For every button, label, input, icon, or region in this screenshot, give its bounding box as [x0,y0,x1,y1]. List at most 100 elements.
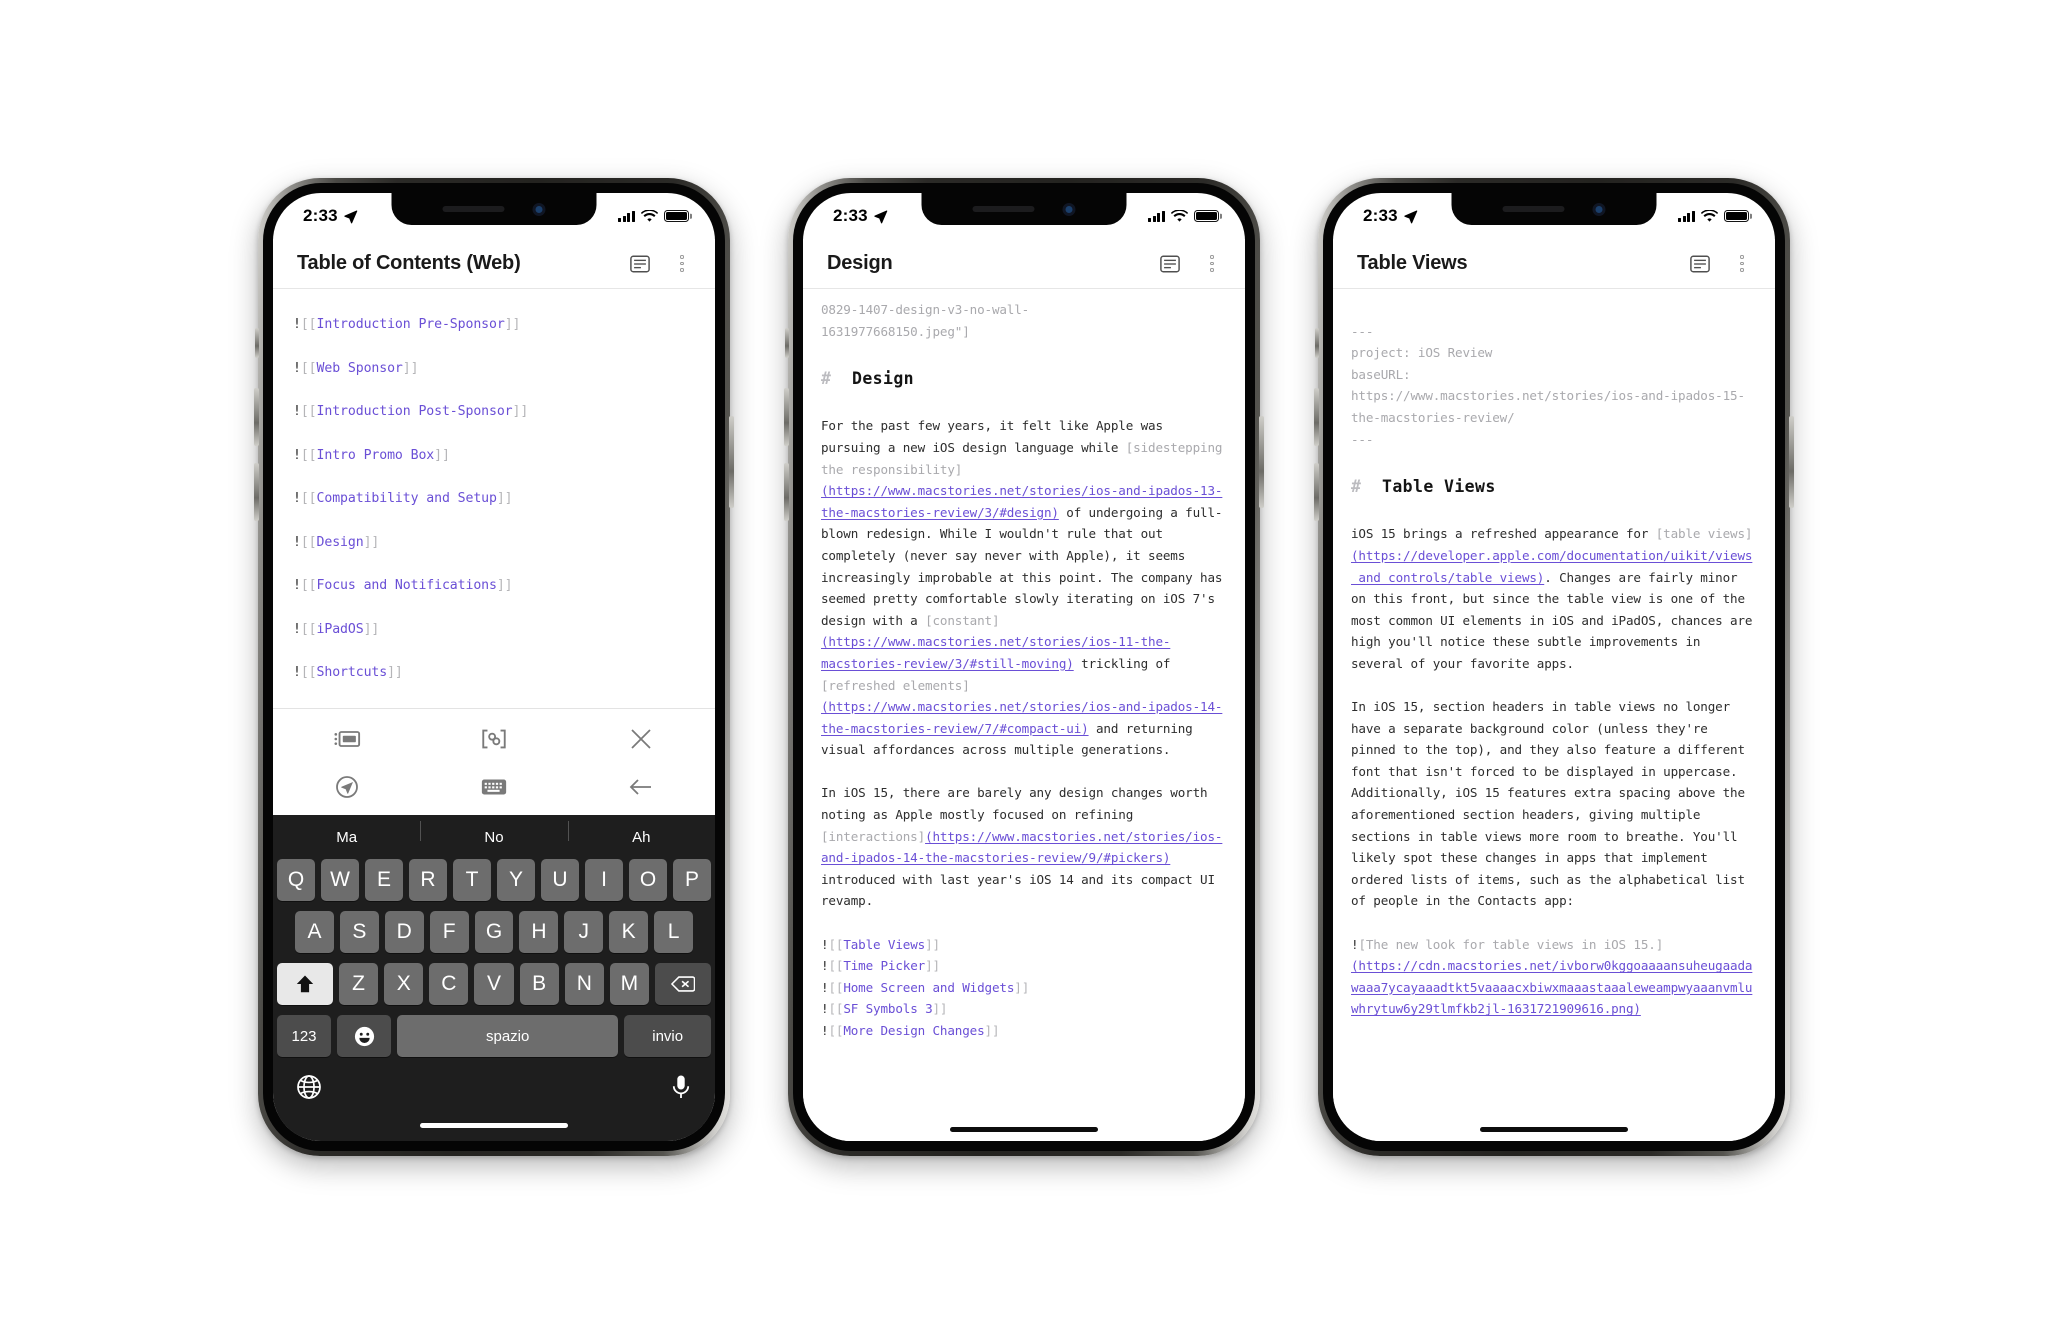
wiki-link-line[interactable]: ![[Home Screen and Widgets]] [821,977,1229,999]
send-location-icon[interactable] [273,774,420,800]
wiki-link-line[interactable]: ![[SF Symbols 3]] [821,998,1229,1020]
key-w[interactable]: W [321,859,359,901]
numbers-key[interactable]: 123 [277,1015,331,1057]
microphone-icon[interactable] [669,1073,693,1106]
wiki-link-name[interactable]: Shortcuts [317,665,388,680]
open-bracket-token: [[ [300,665,317,681]
keyboard-suggestion[interactable]: No [420,820,567,845]
key-s[interactable]: S [339,911,379,953]
wiki-link-name[interactable]: Intro Promo Box [317,448,435,463]
heading-text: Design [852,368,915,388]
key-f[interactable]: F [429,911,469,953]
key-m[interactable]: M [609,963,649,1005]
more-options-icon[interactable] [1727,249,1757,279]
key-v[interactable]: V [474,963,514,1005]
key-g[interactable]: G [474,911,514,953]
silent-switch[interactable] [255,328,259,358]
volume-up-button[interactable] [784,388,789,446]
back-arrow-icon[interactable] [568,776,715,798]
key-c[interactable]: C [429,963,469,1005]
key-n[interactable]: N [564,963,604,1005]
wiki-link-icon[interactable] [420,727,567,751]
key-k[interactable]: K [609,911,649,953]
key-h[interactable]: H [519,911,559,953]
wiki-link-name[interactable]: Compatibility and Setup [317,491,497,506]
wiki-link-line[interactable]: ![[More Design Changes]] [821,1020,1229,1042]
globe-icon[interactable] [295,1073,323,1106]
home-indicator[interactable] [1333,1117,1775,1141]
text-format-icon[interactable] [1155,249,1185,279]
wiki-link-name[interactable]: More Design Changes [843,1023,984,1038]
key-y[interactable]: Y [497,859,535,901]
key-a[interactable]: A [295,911,334,953]
silent-switch[interactable] [1315,328,1319,358]
volume-down-button[interactable] [254,463,259,521]
toc-wiki-link-row[interactable]: ![[Focus and Notifications]] [293,564,697,608]
home-indicator[interactable] [803,1117,1245,1141]
key-r[interactable]: R [409,859,447,901]
volume-up-button[interactable] [254,388,259,446]
volume-down-button[interactable] [1314,463,1319,521]
toc-wiki-link-row[interactable]: ![[iPadOS]] [293,608,697,652]
hide-keyboard-icon[interactable] [420,776,567,798]
close-bracket-token: ]] [496,578,513,594]
keyboard-suggestion[interactable]: Ah [567,820,715,845]
volume-down-button[interactable] [784,463,789,521]
key-q[interactable]: Q [277,859,315,901]
markdown-editor-design[interactable]: 0829-1407-design-v3-no-wall- 163197766815… [803,289,1245,1117]
wiki-link-name[interactable]: Web Sponsor [317,361,403,376]
wiki-link-name[interactable]: Home Screen and Widgets [843,980,1014,995]
silent-switch[interactable] [785,328,789,358]
card-list-icon[interactable] [273,727,420,751]
key-z[interactable]: Z [339,963,379,1005]
key-u[interactable]: U [541,859,579,901]
power-button[interactable] [1789,416,1794,508]
key-p[interactable]: P [673,859,711,901]
markdown-editor-table-views[interactable]: --- project: iOS Review baseURL: https://ww… [1333,289,1775,1117]
space-key[interactable]: spazio [397,1015,619,1057]
key-o[interactable]: O [629,859,667,901]
wiki-link-line[interactable]: ![[Table Views]] [821,934,1229,956]
wiki-link-line[interactable]: ![[Time Picker]] [821,955,1229,977]
toc-wiki-link-row[interactable]: ![[Introduction Post-Sponsor]] [293,390,697,434]
power-button[interactable] [729,416,734,508]
close-x-icon[interactable] [568,726,715,752]
wiki-link-name[interactable]: Design [317,535,364,550]
more-options-icon[interactable] [667,249,697,279]
more-options-icon[interactable] [1197,249,1227,279]
keyboard-suggestion[interactable]: Ma [273,830,420,845]
key-d[interactable]: D [384,911,424,953]
status-right [1678,209,1749,223]
enter-key[interactable]: invio [624,1015,711,1057]
home-indicator[interactable] [273,1113,715,1137]
wiki-link-name[interactable]: Time Picker [843,958,925,973]
device-bezel: 2:33 Table of Contents (Web) ! [[Introd… [263,183,725,1151]
volume-up-button[interactable] [1314,388,1319,446]
key-j[interactable]: J [564,911,604,953]
key-i[interactable]: I [585,859,623,901]
backspace-key[interactable] [655,963,711,1005]
toc-wiki-link-row[interactable]: ![[Design]] [293,521,697,565]
wiki-link-name[interactable]: Table Views [843,937,925,952]
toc-wiki-link-row[interactable]: ![[Shortcuts]] [293,651,697,695]
emoji-key[interactable] [337,1015,391,1057]
key-l[interactable]: L [654,911,694,953]
key-t[interactable]: T [453,859,491,901]
text-format-icon[interactable] [1685,249,1715,279]
markdown-url[interactable]: (https://cdn.macstories.net/ivborw0kggoa… [1351,958,1752,1016]
power-button[interactable] [1259,416,1264,508]
wiki-link-name[interactable]: Introduction Pre-Sponsor [317,317,505,332]
shift-key[interactable] [277,963,333,1005]
key-b[interactable]: B [519,963,559,1005]
key-x[interactable]: X [384,963,424,1005]
toc-wiki-link-row[interactable]: ![[Intro Promo Box]] [293,434,697,478]
wiki-link-name[interactable]: SF Symbols 3 [843,1001,932,1016]
wiki-link-name[interactable]: Introduction Post-Sponsor [317,404,513,419]
toc-wiki-link-row[interactable]: ![[Web Sponsor]] [293,347,697,391]
toc-wiki-link-row[interactable]: ![[Compatibility and Setup]] [293,477,697,521]
wiki-link-name[interactable]: Focus and Notifications [317,578,497,593]
text-format-icon[interactable] [625,249,655,279]
key-e[interactable]: E [365,859,403,901]
wiki-link-name[interactable]: iPadOS [317,622,364,637]
toc-wiki-link-row[interactable]: ![[Introduction Pre-Sponsor]] [293,303,697,347]
